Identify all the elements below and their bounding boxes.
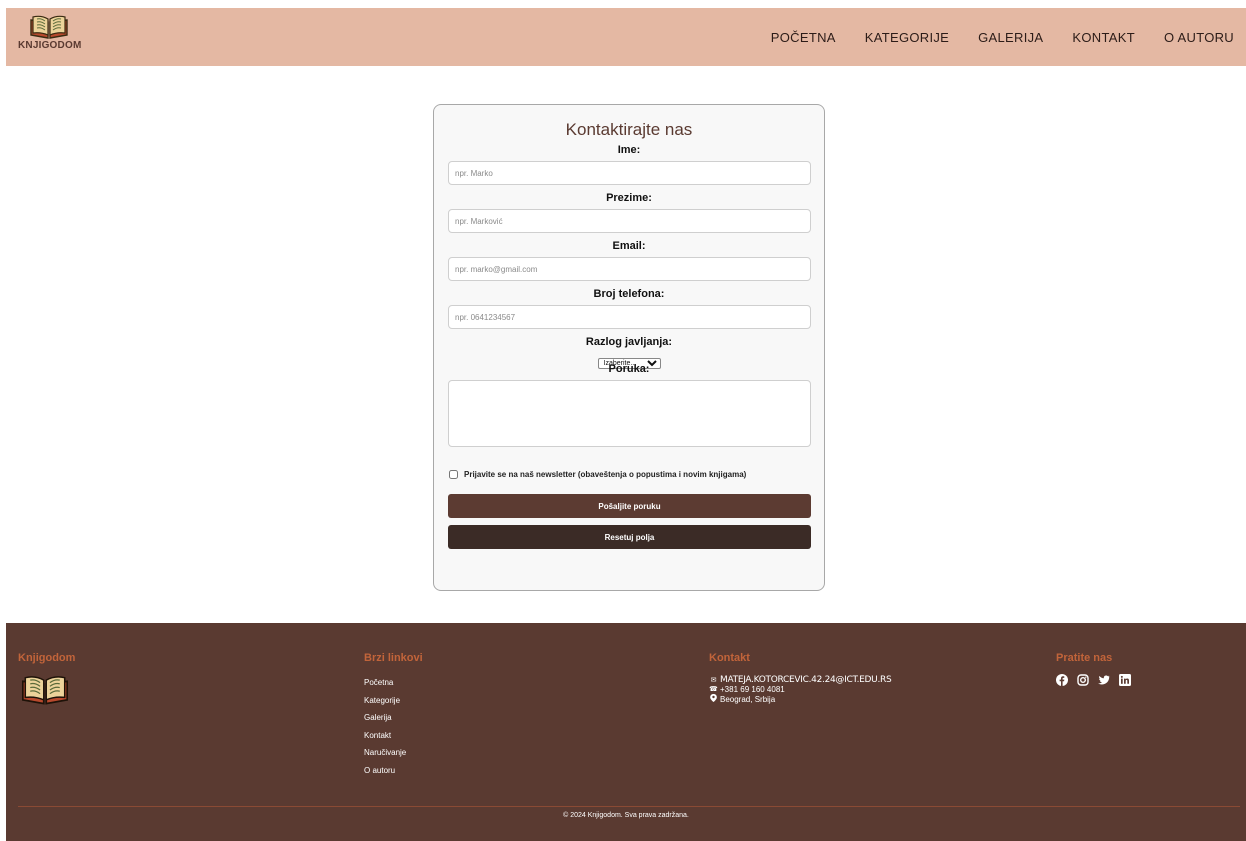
footer-contact-column: Kontakt ✉ MATEJA.KOTORCEVIC.42.24@ICT.ED… [709,652,892,705]
footer-brand-title: Knjigodom [18,652,76,664]
contact-address: Beograd, Srbija [720,695,776,704]
list-item: O autoru [364,762,423,780]
main-nav: POČETNA KATEGORIJE GALERIJA KONTAKT O AU… [771,8,1234,66]
footer-links-list: Početna Kategorije Galerija Kontakt Naru… [364,674,423,780]
newsletter-checkbox[interactable] [449,469,458,479]
list-item: Naručivanje [364,744,423,762]
map-marker-icon [709,694,718,705]
facebook-icon[interactable] [1056,674,1068,686]
open-book-icon [30,15,68,39]
footer-link-kontakt[interactable]: Kontakt [364,731,391,740]
footer-links-column: Brzi linkovi Početna Kategorije Galerija… [364,652,423,780]
message-textarea[interactable] [448,380,811,447]
footer-link-o-autoru[interactable]: O autoru [364,766,395,775]
brand-logo-link[interactable]: KNJIGODOM [18,14,82,51]
linkedin-icon[interactable] [1119,674,1131,686]
footer-link-kategorije[interactable]: Kategorije [364,696,400,705]
email-input[interactable] [448,257,811,281]
social-links [1056,674,1131,686]
newsletter-label: Prijavite se na naš newsletter (obavešte… [464,469,747,479]
footer-link-pocetna[interactable]: Početna [364,678,393,687]
contact-phone: +381 69 160 4081 [720,685,785,694]
contact-email-row: ✉ MATEJA.KOTORCEVIC.42.24@ICT.EDU.RS [709,676,892,685]
reset-fields-button[interactable]: Resetuj polja [448,525,811,549]
message-label: Poruka: [608,363,650,375]
footer-link-galerija[interactable]: Galerija [364,713,392,722]
reason-select-wrap: Izaberite... [448,352,810,369]
instagram-icon[interactable] [1077,674,1089,686]
envelope-icon: ✉ [710,677,717,684]
phone-input[interactable] [448,305,811,329]
contact-address-row: Beograd, Srbija [709,694,891,705]
footer-contact-title: Kontakt [709,652,750,664]
open-book-icon [21,676,69,705]
list-item: Galerija [364,709,423,727]
site-footer: Knjigodom Brzi linkovi Početna Kategorij… [6,623,1246,841]
contact-form: Kontaktirajte nas Ime: Prezime: Email: B… [433,104,825,591]
nav-link-galerija[interactable]: GALERIJA [978,30,1043,45]
newsletter-row: Prijavite se na naš newsletter (obavešte… [448,468,810,480]
nav-link-pocetna[interactable]: POČETNA [771,30,836,45]
footer-social-title: Pratite nas [1056,652,1113,664]
brand-name: KNJIGODOM [18,40,82,51]
send-message-button[interactable]: Pošaljite poruku [448,494,811,518]
phone-label: Broj telefona: [593,288,665,300]
first-name-input[interactable] [448,161,811,185]
phone-icon: ☎ [709,686,718,693]
last-name-input[interactable] [448,209,811,233]
site-header: KNJIGODOM POČETNA KATEGORIJE GALERIJA KO… [6,8,1246,66]
form-title: Kontaktirajte nas [565,120,693,139]
footer-link-narucivanje[interactable]: Naručivanje [364,748,406,757]
twitter-icon[interactable] [1098,674,1110,686]
copyright-text: © 2024 Knjigodom. Sva prava zadržana. [563,812,689,819]
last-name-label: Prezime: [606,192,652,204]
reason-label: Razlog javljanja: [585,336,673,348]
contact-phone-row: ☎ +381 69 160 4081 [709,685,891,694]
email-label: Email: [612,240,646,252]
footer-links-title: Brzi linkovi [364,652,423,664]
footer-social-column: Pratite nas [1056,652,1131,686]
contact-email[interactable]: MATEJA.KOTORCEVIC.42.24@ICT.EDU.RS [720,676,892,685]
nav-link-o-autoru[interactable]: O AUTORU [1164,30,1234,45]
list-item: Kontakt [364,727,423,745]
first-name-label: Ime: [617,144,641,156]
list-item: Početna [364,674,423,692]
footer-divider [18,806,1240,807]
nav-link-kontakt[interactable]: KONTAKT [1072,30,1135,45]
list-item: Kategorije [364,692,423,710]
footer-brand-column: Knjigodom [18,652,75,711]
nav-link-kategorije[interactable]: KATEGORIJE [865,30,949,45]
